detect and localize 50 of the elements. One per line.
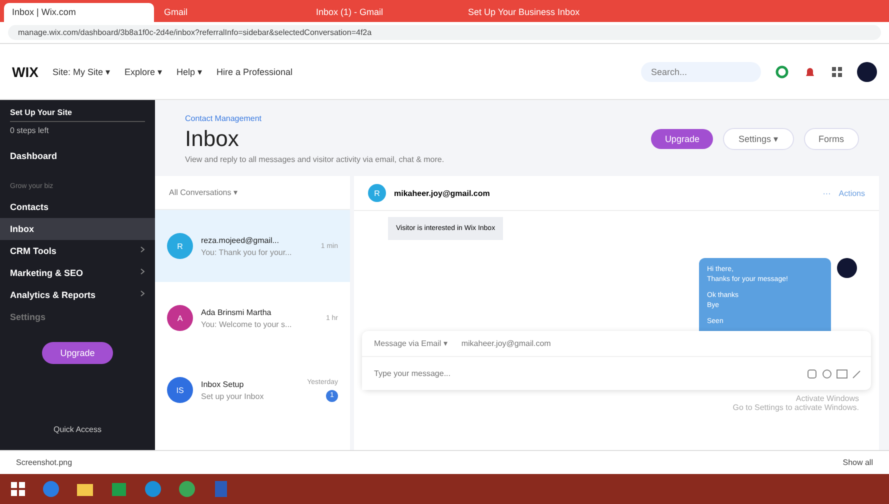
page-title: Inbox <box>185 126 240 152</box>
browser-tab[interactable]: Inbox | Wix.com <box>4 3 154 22</box>
sender-avatar <box>837 258 857 278</box>
message-preview: Set up your Inbox <box>201 392 265 400</box>
avatar-icon[interactable] <box>857 62 877 82</box>
activation-notice: Activate Windows <box>796 394 859 403</box>
breadcrumb-link[interactable]: Contact Management <box>185 114 641 123</box>
top-menu[interactable]: Site: My Site ▾ <box>52 66 110 76</box>
sidebar-item[interactable]: CRM Tools <box>0 240 155 262</box>
contact-name: Inbox Setup <box>201 380 245 388</box>
message-input[interactable]: Type your message... <box>362 357 807 390</box>
download-item[interactable]: Screenshot.png <box>16 458 72 467</box>
contact-avatar: IS <box>167 377 193 403</box>
chevron-icon <box>140 268 145 275</box>
sidebar-item[interactable]: Settings <box>0 306 155 328</box>
contact-name: reza.mojeed@gmail... <box>201 236 280 244</box>
quick-access-link[interactable]: Quick Access <box>53 425 102 442</box>
logo[interactable]: WIX <box>12 64 38 80</box>
top-menu[interactable]: Explore ▾ <box>124 66 162 76</box>
sidebar-item[interactable]: Marketing & SEO <box>0 262 155 284</box>
header-button[interactable]: Settings ▾ <box>723 128 794 150</box>
top-menu[interactable]: Help ▾ <box>176 66 203 76</box>
sidebar-item[interactable]: Dashboard <box>0 145 155 167</box>
show-all-button[interactable]: Show all <box>842 458 873 467</box>
address-bar[interactable]: manage.wix.com/dashboard/3b8a1f0c-2d4e/inbox?referralInfo=sidebar&selectedConversation=4f2a <box>8 25 881 40</box>
recipient-email: mikaheer.joy@gmail.com <box>461 339 551 348</box>
channel-dropdown[interactable]: Message via Email ▾ <box>374 339 448 348</box>
sidebar-item[interactable]: Inbox <box>0 218 155 240</box>
contact-name: Ada Brinsmi Martha <box>201 308 272 316</box>
composer-tools-icon[interactable] <box>807 368 861 378</box>
header-button[interactable]: Upgrade <box>650 129 714 149</box>
sidebar-item[interactable]: Contacts <box>0 196 155 218</box>
windows-start-icon[interactable] <box>10 481 26 497</box>
contact-avatar: R <box>368 184 386 202</box>
upgrade-button[interactable]: Upgrade <box>42 342 113 364</box>
sidebar-item[interactable]: Analytics & Reports <box>0 284 155 306</box>
contact-avatar: A <box>167 305 193 331</box>
page-description: View and reply to all messages and visitor activity via email, chat & more. <box>185 155 446 164</box>
message-preview: You: Thank you for your... <box>201 248 293 256</box>
contact-email: mikaheer.joy@gmail.com <box>394 188 491 198</box>
search-field[interactable]: Search... <box>641 62 761 82</box>
contact-avatar: R <box>167 233 193 259</box>
header-button[interactable]: Forms <box>804 128 859 150</box>
top-menu[interactable]: Hire a Professional <box>216 66 293 76</box>
message-preview: You: Welcome to your s... <box>201 320 293 328</box>
setup-title: Set Up Your Site <box>9 108 73 117</box>
chevron-icon <box>140 246 145 253</box>
activation-notice: Go to Settings to activate Windows. <box>732 403 859 412</box>
grid-icon[interactable] <box>831 66 843 78</box>
chevron-icon <box>140 290 145 297</box>
